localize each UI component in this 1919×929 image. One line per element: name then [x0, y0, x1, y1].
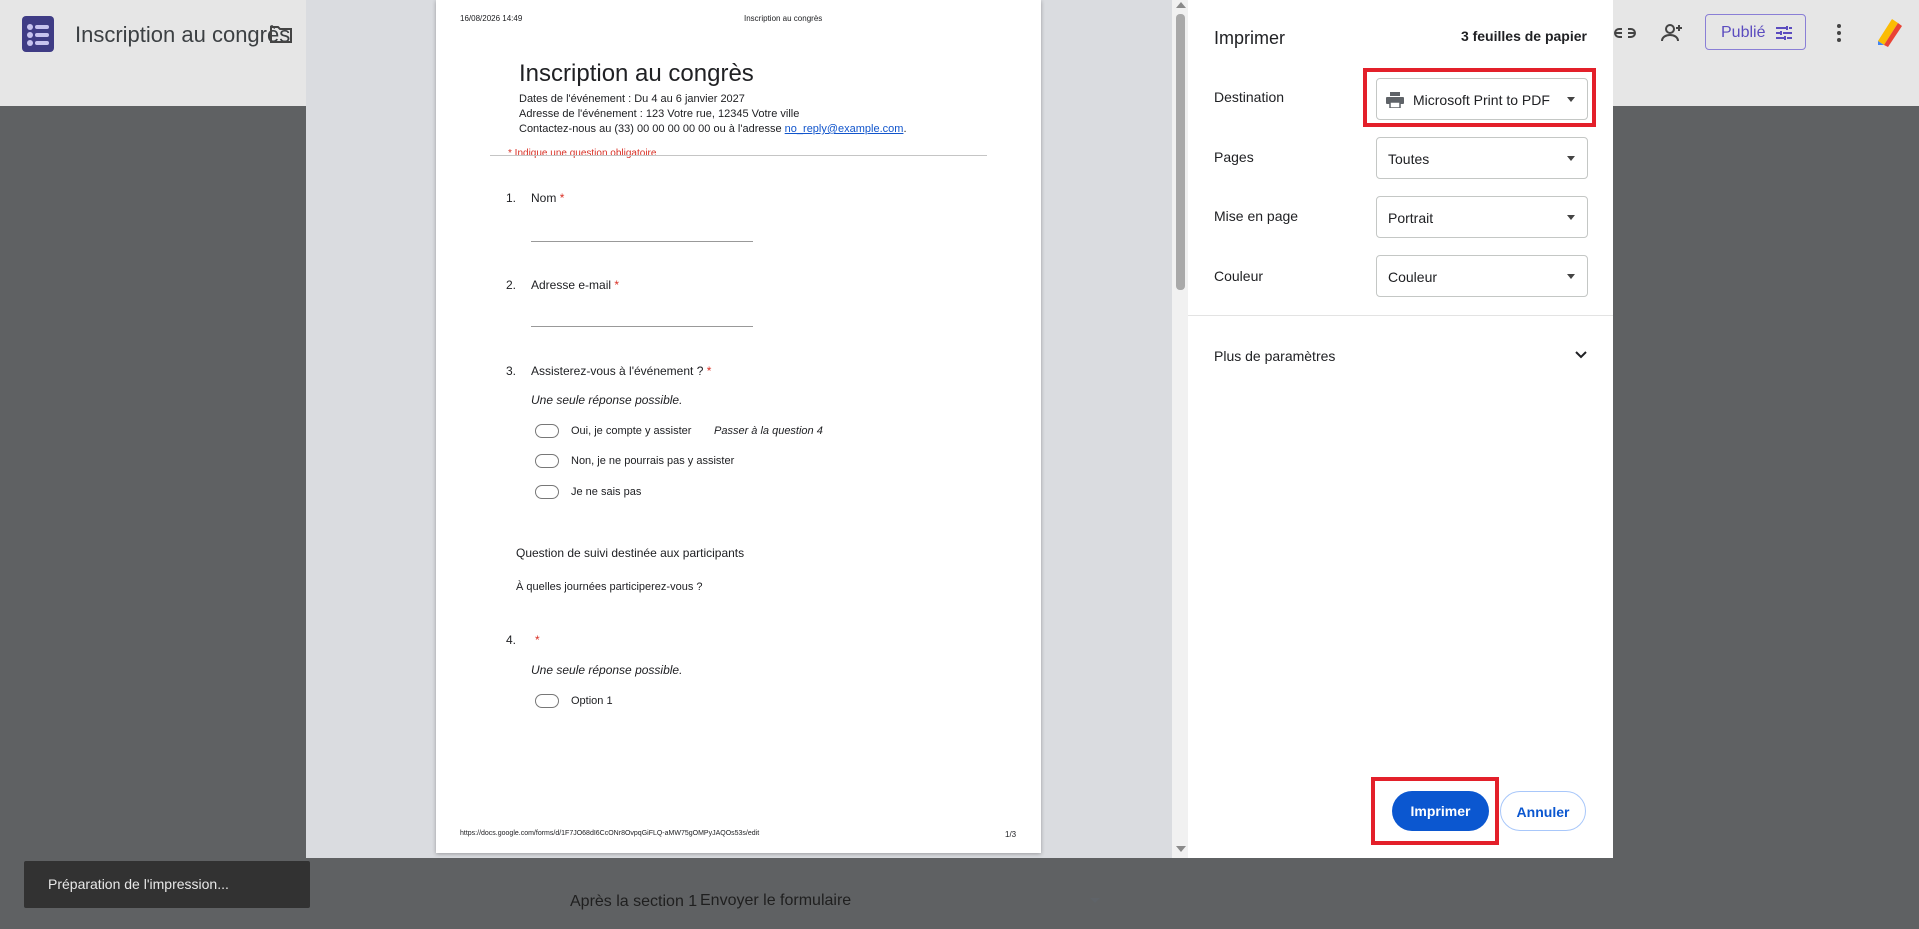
preview-page: 16/08/2026 14:49 Inscription au congrès …	[436, 0, 1041, 853]
print-dialog: 16/08/2026 14:49 Inscription au congrès …	[306, 0, 1613, 858]
q4-option1-radio	[535, 694, 559, 708]
contact-text: Contactez-nous au (33) 00 00 00 00 00 ou…	[519, 123, 785, 135]
preview-footer-page: 1/3	[1005, 830, 1017, 839]
after-section-select[interactable]: Envoyer le formulaire	[700, 892, 851, 910]
q4-hint: Une seule réponse possible.	[531, 663, 683, 677]
q3-label: Assisterez-vous à l'événement ? *	[531, 364, 711, 378]
more-settings-label: Plus de paramètres	[1214, 348, 1336, 364]
more-vert-icon[interactable]	[1826, 20, 1852, 46]
layout-value: Portrait	[1388, 210, 1434, 226]
folder-icon[interactable]	[270, 24, 292, 44]
q3-number: 3.	[506, 364, 517, 378]
q4-option1-label: Option 1	[571, 695, 613, 707]
form-desc-contact: Contactez-nous au (33) 00 00 00 00 00 ou…	[519, 123, 907, 135]
q4-number: 4.	[506, 633, 517, 647]
layout-select[interactable]: Portrait	[1376, 196, 1588, 238]
link-icon[interactable]	[1612, 20, 1638, 46]
q3-option1-radio	[535, 424, 559, 438]
print-title: Imprimer	[1214, 28, 1285, 48]
sheet-count: 3 feuilles de papier	[1460, 28, 1587, 44]
publish-button[interactable]: Publié	[1705, 14, 1806, 50]
q2-required-mark: *	[614, 278, 620, 292]
preview-scrollbar[interactable]	[1172, 0, 1188, 858]
q2-answer-line	[531, 326, 753, 327]
chevron-down-icon	[1567, 156, 1575, 161]
q4-required-mark: *	[535, 633, 540, 647]
required-note: * Indique une question obligatoire	[508, 148, 657, 159]
expand-more-icon	[1575, 351, 1587, 359]
scroll-down-arrow-icon[interactable]	[1176, 846, 1186, 852]
pages-select[interactable]: Toutes	[1376, 137, 1588, 179]
pages-label: Pages	[1214, 149, 1254, 165]
q3-option2-label: Non, je ne pourrais pas y assister	[571, 455, 735, 467]
q3-option3-label: Je ne sais pas	[571, 486, 642, 498]
q3-option3-radio	[535, 485, 559, 499]
highlight-print-button	[1371, 777, 1499, 845]
q3-required-mark: *	[706, 364, 712, 378]
q1-required-mark: *	[559, 191, 565, 205]
more-settings-row[interactable]: Plus de paramètres	[1188, 330, 1613, 380]
publish-label: Publié	[1721, 24, 1766, 41]
print-preview: 16/08/2026 14:49 Inscription au congrès …	[306, 0, 1172, 858]
q1-label: Nom *	[531, 191, 564, 205]
color-label: Couleur	[1214, 268, 1264, 284]
layout-label: Mise en page	[1214, 208, 1299, 224]
preview-footer-url: https://docs.google.com/forms/d/1F7JO68d…	[460, 830, 760, 837]
q3-option1-note: Passer à la question 4	[714, 425, 823, 437]
highlight-destination	[1363, 68, 1596, 127]
color-value: Couleur	[1388, 269, 1438, 285]
toast-message: Préparation de l'impression...	[24, 861, 310, 908]
chevron-down-icon	[1567, 274, 1575, 279]
q3-text: Assisterez-vous à l'événement ?	[531, 364, 704, 378]
q2-label: Adresse e-mail *	[531, 278, 619, 292]
add-collaborator-icon[interactable]	[1659, 20, 1685, 46]
section-description: À quelles journées participerez-vous ?	[516, 581, 703, 593]
color-select[interactable]: Couleur	[1376, 255, 1588, 297]
q2-text: Adresse e-mail	[531, 278, 612, 292]
form-title: Inscription au congrès	[519, 60, 754, 87]
chevron-down-icon	[1567, 215, 1575, 220]
q3-option1-label: Oui, je compte y assister	[571, 425, 692, 437]
contact-suffix: .	[903, 123, 907, 135]
document-title[interactable]: Inscription au congrès	[75, 22, 290, 48]
form-desc-address: Adresse de l'événement : 123 Votre rue, …	[519, 108, 800, 120]
form-desc-dates: Dates de l'événement : Du 4 au 6 janvier…	[519, 93, 745, 105]
chevron-down-icon	[1090, 898, 1100, 903]
pages-value: Toutes	[1388, 151, 1430, 167]
q3-option2-radio	[535, 454, 559, 468]
q1-number: 1.	[506, 191, 517, 205]
cancel-button[interactable]: Annuler	[1500, 791, 1586, 831]
q3-hint: Une seule réponse possible.	[531, 393, 683, 407]
preview-header-date: 16/08/2026 14:49	[460, 14, 523, 23]
section-title: Question de suivi destinée aux participa…	[516, 546, 745, 560]
tune-icon	[1776, 26, 1792, 40]
q1-text: Nom	[531, 191, 557, 205]
scroll-up-arrow-icon[interactable]	[1176, 2, 1186, 8]
settings-divider	[1188, 315, 1613, 316]
preview-header-title: Inscription au congrès	[744, 14, 823, 23]
q2-number: 2.	[506, 278, 517, 292]
print-settings-panel: Imprimer 3 feuilles de papier Destinatio…	[1188, 0, 1613, 858]
q1-answer-line	[531, 241, 753, 242]
scrollbar-thumb[interactable]	[1176, 14, 1185, 290]
after-section-label: Après la section 1	[570, 893, 698, 910]
forms-logo-icon	[22, 16, 54, 52]
contact-email-link[interactable]: no_reply@example.com	[785, 123, 904, 135]
destination-label: Destination	[1214, 89, 1285, 105]
divider	[490, 155, 987, 156]
workspace-app-icon[interactable]	[1874, 15, 1904, 47]
